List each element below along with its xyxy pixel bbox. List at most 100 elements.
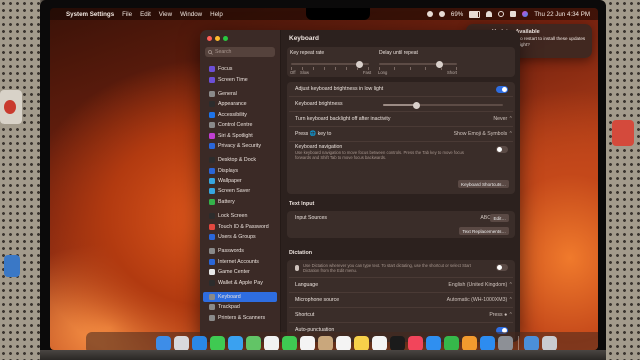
menu-file[interactable]: File <box>122 11 132 18</box>
sidebar-item-label: Printers & Scanners <box>218 314 266 321</box>
sidebar-item-focus[interactable]: Focus <box>203 64 277 74</box>
reminders-icon[interactable] <box>335 335 351 350</box>
maps-icon[interactable] <box>245 335 261 350</box>
adjust-brightness-toggle[interactable] <box>496 86 508 93</box>
sidebar-item-game-center[interactable]: Game Center <box>203 267 277 277</box>
mail-icon[interactable] <box>227 335 243 350</box>
close-window-button[interactable] <box>207 36 212 41</box>
contacts-icon[interactable] <box>317 335 333 350</box>
system-settings-icon[interactable] <box>497 335 513 350</box>
dictation-toggle[interactable] <box>496 264 508 271</box>
keyboard-brightness-knob[interactable] <box>413 101 421 109</box>
sidebar-search-input[interactable]: Search <box>205 47 275 57</box>
sidebar-item-label: Battery <box>218 198 235 205</box>
screen-saver-icon <box>209 188 215 195</box>
control-centre-icon <box>209 122 215 129</box>
sidebar-item-general[interactable]: General <box>203 89 277 99</box>
menu-window[interactable]: Window <box>180 11 202 18</box>
sidebar-item-printers-scanners[interactable]: Printers & Scanners <box>203 313 277 323</box>
text-replacements-button[interactable]: Text Replacements… <box>459 227 509 235</box>
sidebar-item-lock-screen[interactable]: Lock Screen <box>203 211 277 221</box>
press-key-popup[interactable]: Show Emoji & Symbols ⌃ <box>454 131 513 137</box>
dictation-card: Use Dictation wherever you can type text… <box>287 260 515 342</box>
freeform-icon[interactable] <box>371 335 387 350</box>
control-centre-icon[interactable] <box>510 11 517 17</box>
adjust-brightness-label: Adjust keyboard brightness in low light <box>295 86 384 92</box>
safari-icon[interactable] <box>191 335 207 350</box>
keyboard-navigation-description: Use keyboard navigation to move focus be… <box>295 150 464 160</box>
search-icon[interactable] <box>498 11 505 17</box>
divider <box>289 96 513 97</box>
shortcut-value: Press <box>489 312 503 318</box>
app-store-icon[interactable] <box>479 335 495 350</box>
zoom-window-button[interactable] <box>223 36 228 41</box>
battery-icon[interactable] <box>469 10 481 18</box>
sidebar-item-desktop-dock[interactable]: Desktop & Dock <box>203 155 277 165</box>
keyboard-shortcuts-button[interactable]: Keyboard Shortcuts… <box>458 180 509 188</box>
tv-icon[interactable] <box>389 335 405 350</box>
sidebar-item-accessibility[interactable]: Accessibility <box>203 110 277 120</box>
input-sources-value: ABC <box>480 215 491 221</box>
sidebar-item-wallpaper[interactable]: Wallpaper <box>203 176 277 186</box>
keyboard-navigation-toggle[interactable] <box>496 146 508 153</box>
microphone-source-popup[interactable]: Automatic (WH-1000XM3) ⌃ <box>447 297 513 303</box>
menu-edit[interactable]: Edit <box>140 11 151 18</box>
pane-title: Keyboard <box>289 35 319 42</box>
search-icon <box>208 49 213 55</box>
sidebar-item-trackpad[interactable]: Trackpad <box>203 302 277 312</box>
keyboard-brightness-slider[interactable] <box>383 101 503 109</box>
sidebar-item-screen-time[interactable]: Screen Time <box>203 74 277 84</box>
calendar-icon[interactable] <box>299 335 315 350</box>
sidebar-item-control-centre[interactable]: Control Centre <box>203 120 277 130</box>
minimize-window-button[interactable] <box>215 36 220 41</box>
control-icon[interactable] <box>438 11 445 17</box>
pages-icon[interactable] <box>461 335 477 350</box>
sidebar-item-displays[interactable]: Displays <box>203 166 277 176</box>
sidebar-item-passwords[interactable]: Passwords <box>203 246 277 256</box>
shortcut-popup[interactable]: Press ● ⌃ <box>489 312 513 318</box>
sidebar-item-keyboard[interactable]: Keyboard <box>203 291 277 303</box>
keynote-icon[interactable] <box>425 335 441 350</box>
dictation-row: Use Dictation wherever you can type text… <box>295 263 485 273</box>
wifi-icon[interactable] <box>486 11 493 17</box>
menu-help[interactable]: Help <box>210 11 223 18</box>
sidebar-item-internet-accounts[interactable]: Internet Accounts <box>203 257 277 267</box>
keyboard-navigation-row: Keyboard navigation Use keyboard navigat… <box>295 144 480 160</box>
delay-until-repeat-label: Delay until repeat <box>379 50 418 56</box>
sidebar-item-appearance[interactable]: Appearance <box>203 99 277 109</box>
focus-status-icon[interactable] <box>426 11 433 17</box>
sidebar-item-privacy-security[interactable]: Privacy & Security <box>203 141 277 151</box>
sidebar-item-siri-spotlight[interactable]: Siri & Spotlight <box>203 130 277 140</box>
dock-separator <box>517 336 519 350</box>
downloads-folder-icon[interactable] <box>523 335 539 350</box>
finder-icon[interactable] <box>155 335 171 350</box>
messages-icon[interactable] <box>209 335 225 350</box>
menu-clock[interactable]: Thu 22 Jun 4:34 PM <box>534 11 590 18</box>
numbers-icon[interactable] <box>443 335 459 350</box>
delay-until-repeat-slider[interactable] <box>379 60 457 68</box>
notes-icon[interactable] <box>353 335 369 350</box>
wallet-apple-pay-icon <box>209 279 215 286</box>
divider <box>289 307 513 308</box>
key-repeat-rate-slider[interactable] <box>291 60 369 68</box>
language-value: English (United Kingdom) <box>448 282 508 288</box>
menu-view[interactable]: View <box>159 11 172 18</box>
siri-icon[interactable] <box>522 11 529 17</box>
photos-icon[interactable] <box>263 335 279 350</box>
sidebar-item-users-groups[interactable]: Users & Groups <box>203 232 277 242</box>
backlight-off-popup[interactable]: Never ⌃ <box>493 116 513 122</box>
wallpaper-icon <box>209 178 215 185</box>
language-row: Language English (United Kingdom) ⌃ <box>295 282 513 288</box>
app-menu[interactable]: System Settings <box>66 11 114 18</box>
music-icon[interactable] <box>407 335 423 350</box>
launchpad-icon[interactable] <box>173 335 189 350</box>
trash-icon[interactable] <box>541 335 557 350</box>
edit-input-sources-button[interactable]: Edit… <box>490 214 509 222</box>
sidebar-item-touch-id-password[interactable]: Touch ID & Password <box>203 221 277 231</box>
language-popup[interactable]: English (United Kingdom) ⌃ <box>448 282 513 288</box>
sidebar-item-battery[interactable]: Battery <box>203 197 277 207</box>
sidebar-item-screen-saver[interactable]: Screen Saver <box>203 186 277 196</box>
text-input-heading: Text Input <box>289 201 315 207</box>
facetime-icon[interactable] <box>281 335 297 350</box>
sidebar-item-wallet-apple-pay[interactable]: Wallet & Apple Pay <box>203 277 277 287</box>
